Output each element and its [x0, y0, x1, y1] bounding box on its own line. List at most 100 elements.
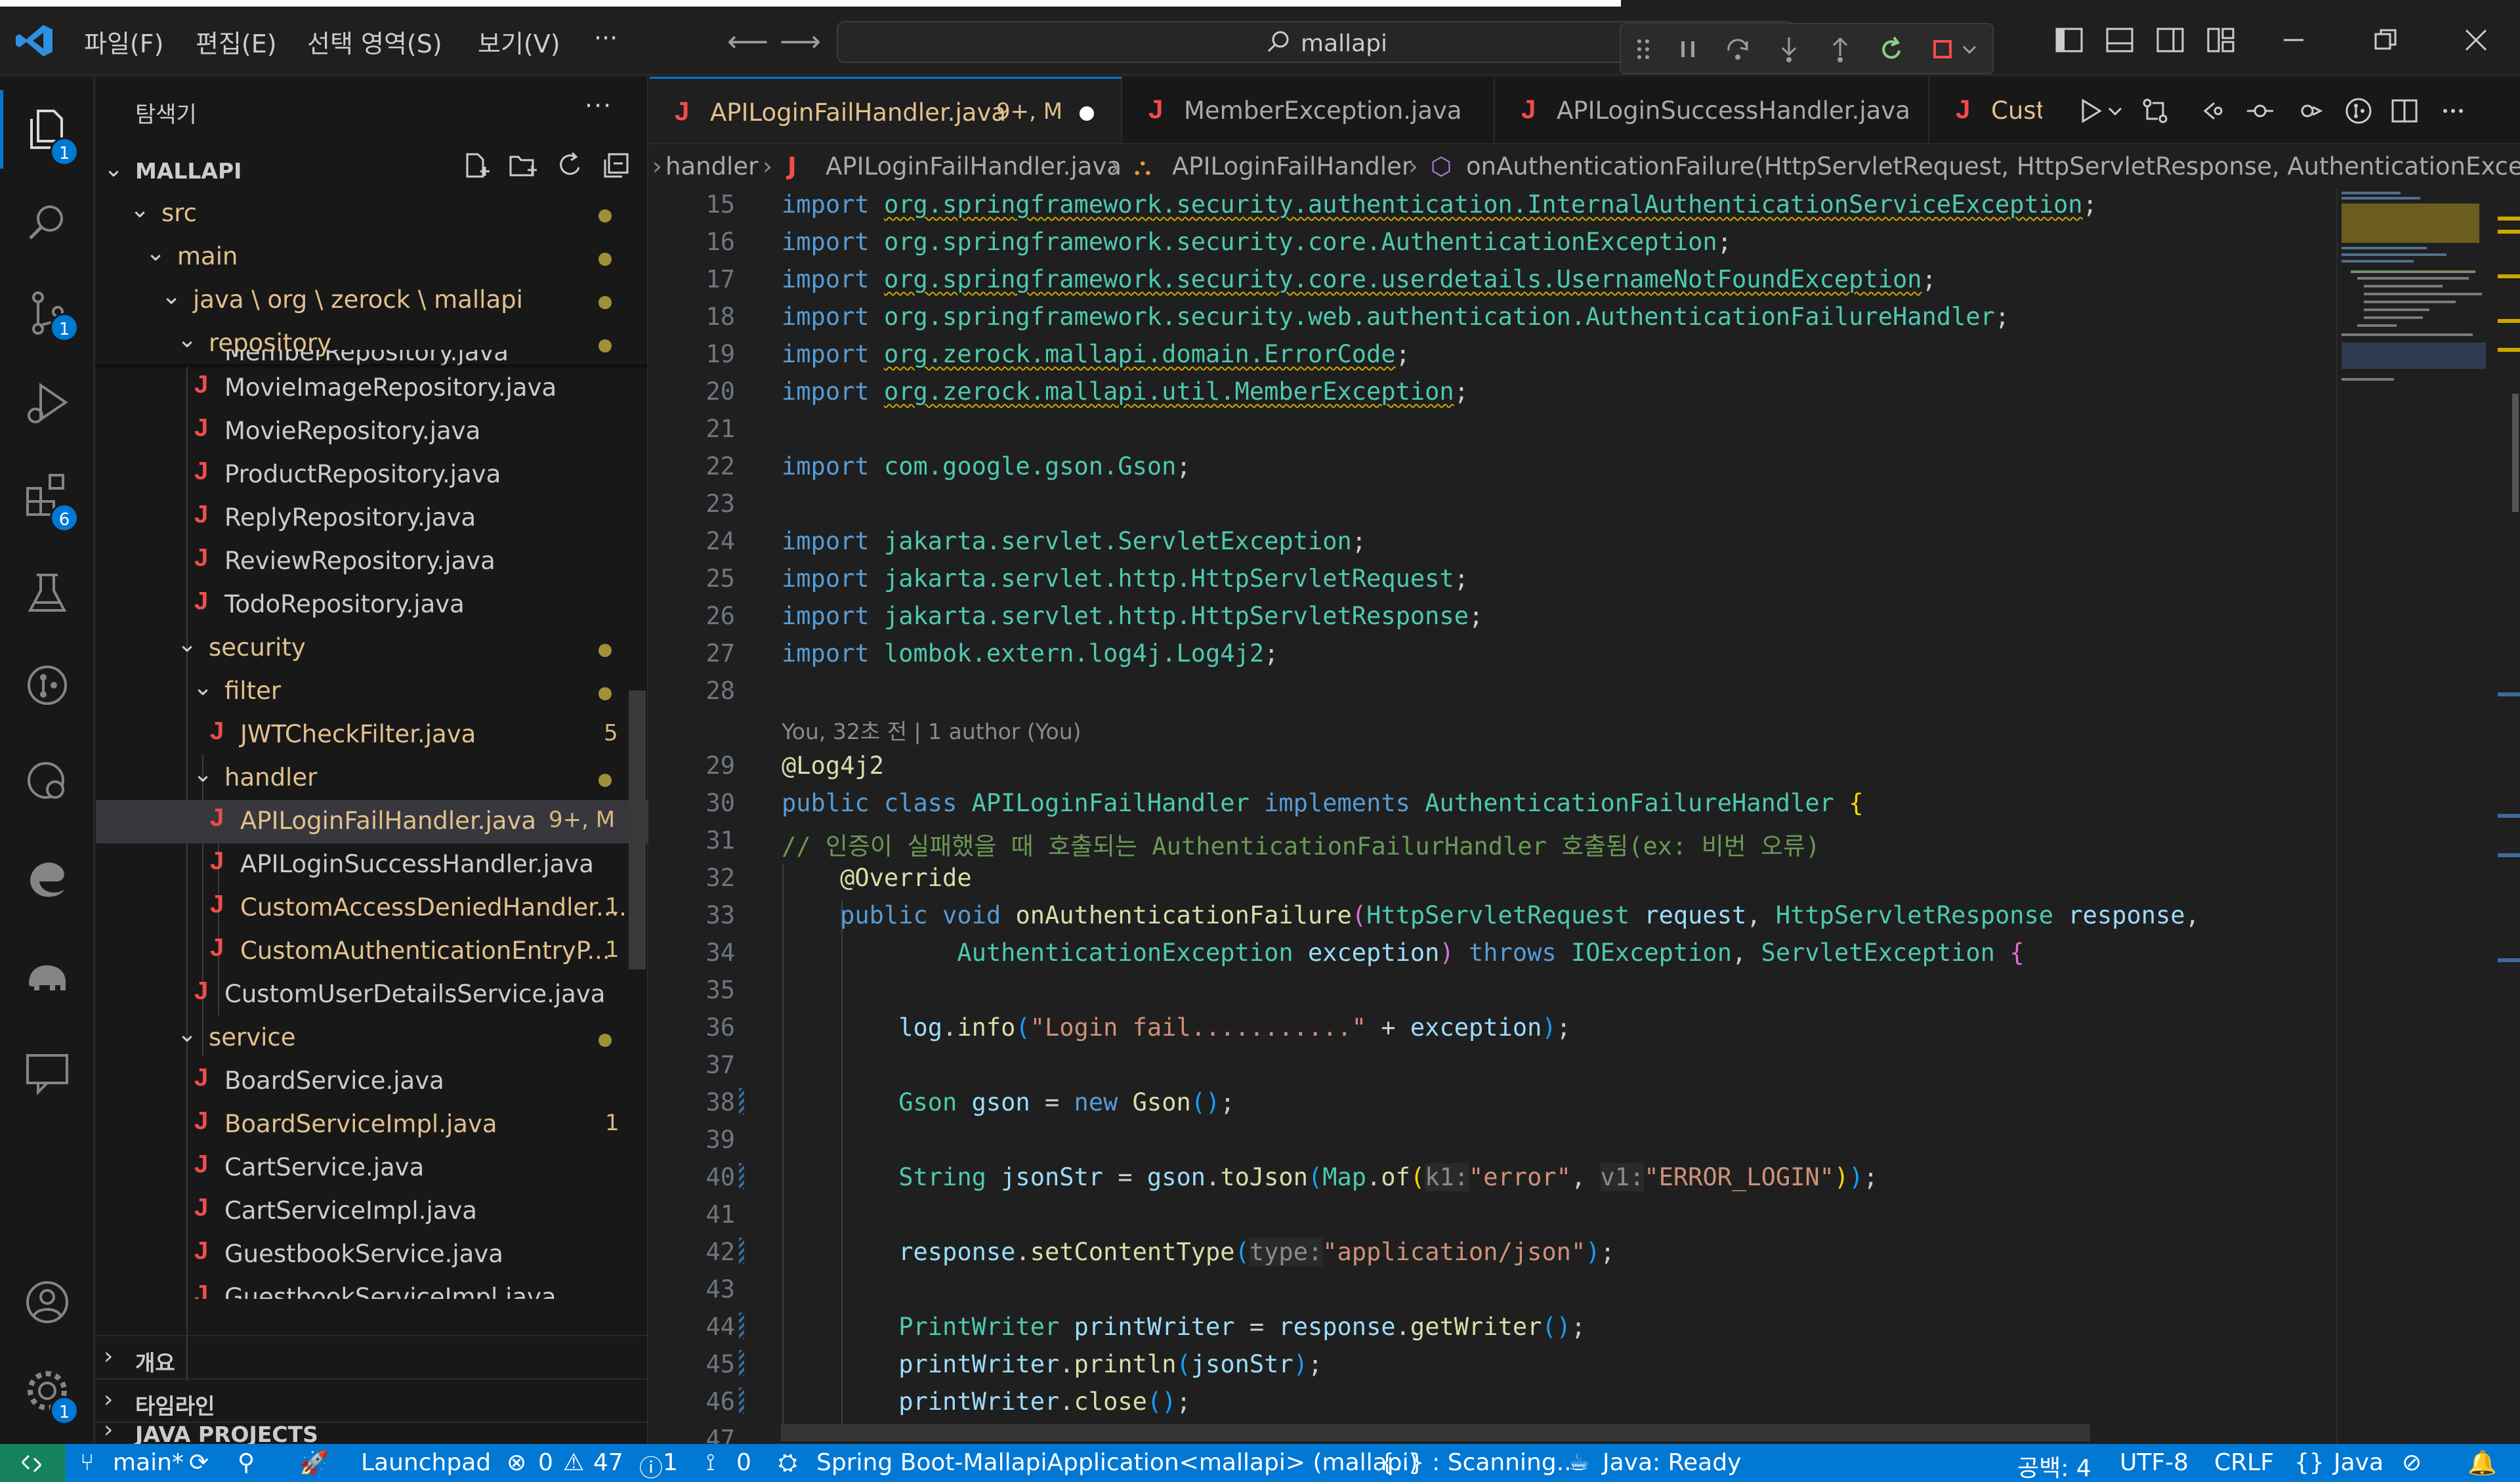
- gitlens-icon[interactable]: [20, 658, 75, 713]
- step-into-icon[interactable]: [1773, 33, 1805, 65]
- sync-icon[interactable]: ⟳: [189, 1449, 209, 1476]
- minimize-icon[interactable]: [2277, 24, 2310, 56]
- run-debug-icon[interactable]: [20, 376, 75, 431]
- tree-file[interactable]: J TodoRepository.java: [96, 583, 648, 627]
- back-arrow-icon[interactable]: ⟵: [727, 25, 768, 58]
- next-change-icon[interactable]: [2294, 95, 2326, 127]
- breadcrumb-method[interactable]: onAuthenticationFailure(HttpServletReque…: [1466, 152, 2520, 180]
- encoding[interactable]: UTF-8: [2120, 1449, 2189, 1476]
- tree-folder-src[interactable]: ⌄ src: [96, 192, 648, 236]
- java-status[interactable]: Java: Ready: [1603, 1449, 1741, 1476]
- gitlens-inspect-icon[interactable]: [2343, 95, 2374, 127]
- gutter-change-marker[interactable]: [739, 1313, 744, 1339]
- menu-edit[interactable]: 편집(E): [196, 24, 277, 60]
- toggle-secondary-sidebar-icon[interactable]: [2154, 24, 2187, 56]
- tab-apiloginfailhandler[interactable]: J APILoginFailHandler.java 9+, M: [650, 77, 1122, 143]
- horizontal-scrollbar[interactable]: [781, 1424, 2090, 1441]
- compare-changes-icon[interactable]: [2139, 95, 2171, 127]
- tab-custom-partial[interactable]: J Custo: [1931, 77, 2042, 143]
- split-editor-icon[interactable]: [2389, 95, 2420, 127]
- restore-icon[interactable]: [2369, 24, 2402, 56]
- close-icon[interactable]: [2460, 24, 2492, 56]
- tree-folder-handler[interactable]: ⌄ handler: [96, 757, 648, 800]
- database-elephant-icon[interactable]: [20, 950, 75, 1005]
- tree-file[interactable]: J GuestbookServiceImpl.java: [96, 1277, 648, 1299]
- restart-icon[interactable]: [1876, 33, 1907, 65]
- chevron-down-icon[interactable]: [1960, 33, 1979, 65]
- menu-file[interactable]: 파일(F): [84, 24, 163, 60]
- remote-indicator[interactable]: [0, 1444, 66, 1482]
- breadcrumb-class[interactable]: APILoginFailHandler: [1172, 152, 1412, 180]
- warning-count[interactable]: 47: [593, 1449, 623, 1476]
- ports-count[interactable]: 0: [736, 1449, 751, 1476]
- tree-file[interactable]: J CustomAccessDeniedHandler.... 1: [96, 887, 648, 930]
- toggle-primary-sidebar-icon[interactable]: [2053, 24, 2086, 56]
- breadcrumb-file[interactable]: APILoginFailHandler.java: [826, 152, 1122, 180]
- menu-selection[interactable]: 선택 영역(S): [307, 24, 442, 60]
- tree-file[interactable]: J ReviewRepository.java: [96, 540, 648, 583]
- tree-file[interactable]: J ProductRepository.java: [96, 454, 648, 497]
- notifications-bell-icon[interactable]: 🔔: [2468, 1449, 2497, 1477]
- previous-change-icon[interactable]: [2244, 95, 2276, 127]
- chevron-down-icon[interactable]: [2105, 95, 2125, 127]
- forward-arrow-icon[interactable]: ⟶: [780, 25, 821, 58]
- explorer-more-button[interactable]: ···: [585, 91, 612, 120]
- edge-devtools-icon[interactable]: [20, 851, 75, 906]
- java-scanning[interactable]: {..} : Scanning..: [1379, 1449, 1572, 1476]
- indentation[interactable]: 공백: 4: [2017, 1449, 2091, 1482]
- step-over-icon[interactable]: [1722, 33, 1754, 65]
- tree-folder-security[interactable]: ⌄ security: [96, 627, 648, 670]
- tree-file[interactable]: J CartService.java: [96, 1147, 648, 1190]
- tab-apiloginsuccesshandler[interactable]: J APILoginSuccessHandler.java: [1496, 77, 1929, 143]
- gutter-change-marker[interactable]: [739, 1350, 744, 1376]
- codelens-blame[interactable]: You, 32초 전 | 1 author (You): [782, 714, 1082, 746]
- tree-file[interactable]: J MovieImageRepository.java: [96, 367, 648, 410]
- tab-memberexception[interactable]: J MemberException.java: [1124, 77, 1495, 143]
- tree-folder-package[interactable]: ⌄ java \ org \ zerock \ mallapi: [96, 279, 648, 322]
- gutter-change-marker[interactable]: [739, 1163, 744, 1189]
- customize-layout-icon[interactable]: [2204, 24, 2237, 56]
- tree-file[interactable]: J BoardServiceImpl.java 1: [96, 1103, 648, 1147]
- toggle-panel-icon[interactable]: [2103, 24, 2136, 56]
- outline-section[interactable]: › 개요: [96, 1335, 648, 1378]
- step-out-icon[interactable]: [1824, 33, 1856, 65]
- tree-file[interactable]: J CustomUserDetailsService.java: [96, 973, 648, 1017]
- tree-file[interactable]: J CustomAuthenticationEntryP... 1: [96, 930, 648, 973]
- open-changes-icon[interactable]: [2196, 95, 2227, 127]
- language-mode[interactable]: Java: [2334, 1449, 2384, 1476]
- new-folder-icon[interactable]: [508, 150, 538, 180]
- gutter-change-marker[interactable]: [739, 1387, 744, 1414]
- sidebar-scrollbar[interactable]: [629, 690, 646, 969]
- chat-icon[interactable]: [20, 1045, 75, 1100]
- line-ending[interactable]: CRLF: [2214, 1449, 2274, 1476]
- minimap-viewport[interactable]: [2342, 343, 2486, 369]
- gitlens-graph-icon[interactable]: ⚲: [238, 1449, 255, 1476]
- tree-file[interactable]: J CartServiceImpl.java: [96, 1190, 648, 1233]
- tree-file[interactable]: J ReplyRepository.java: [96, 497, 648, 540]
- info-count[interactable]: 1: [663, 1449, 678, 1476]
- copilot-icon[interactable]: ⊘: [2402, 1449, 2422, 1476]
- tree-file[interactable]: J JWTCheckFilter.java 5: [96, 713, 648, 757]
- run-icon[interactable]: [2075, 95, 2107, 127]
- tree-file[interactable]: J APILoginSuccessHandler.java: [96, 843, 648, 887]
- timeline-section[interactable]: › 타임라인: [96, 1378, 648, 1422]
- pause-icon[interactable]: [1672, 33, 1704, 65]
- drag-handle-icon[interactable]: [1628, 33, 1659, 65]
- refresh-icon[interactable]: [555, 150, 585, 180]
- overview-scroll-thumb[interactable]: [2512, 394, 2519, 512]
- code-editor[interactable]: 15 16 17 18 19 20 21 22 23 24 25 26 27 2…: [650, 188, 2336, 1444]
- more-actions-icon[interactable]: [2437, 95, 2469, 127]
- tree-file-selected[interactable]: J APILoginFailHandler.java 9+, M: [96, 800, 648, 843]
- run-target[interactable]: Spring Boot-MallapiApplication<mallapi> …: [816, 1449, 1418, 1476]
- new-file-icon[interactable]: [461, 150, 491, 180]
- menu-more[interactable]: ···: [594, 24, 618, 53]
- search-icon[interactable]: [20, 195, 75, 250]
- collapse-all-icon[interactable]: [601, 150, 631, 180]
- gutter-change-marker[interactable]: [739, 1238, 744, 1264]
- git-branch[interactable]: main*: [113, 1449, 184, 1476]
- error-count[interactable]: 0: [538, 1449, 553, 1476]
- java-projects-section[interactable]: › JAVA PROJECTS: [96, 1422, 648, 1444]
- gutter-change-marker[interactable]: [739, 1088, 744, 1114]
- minimap[interactable]: [2336, 188, 2520, 1444]
- launchpad-button[interactable]: Launchpad: [361, 1449, 491, 1476]
